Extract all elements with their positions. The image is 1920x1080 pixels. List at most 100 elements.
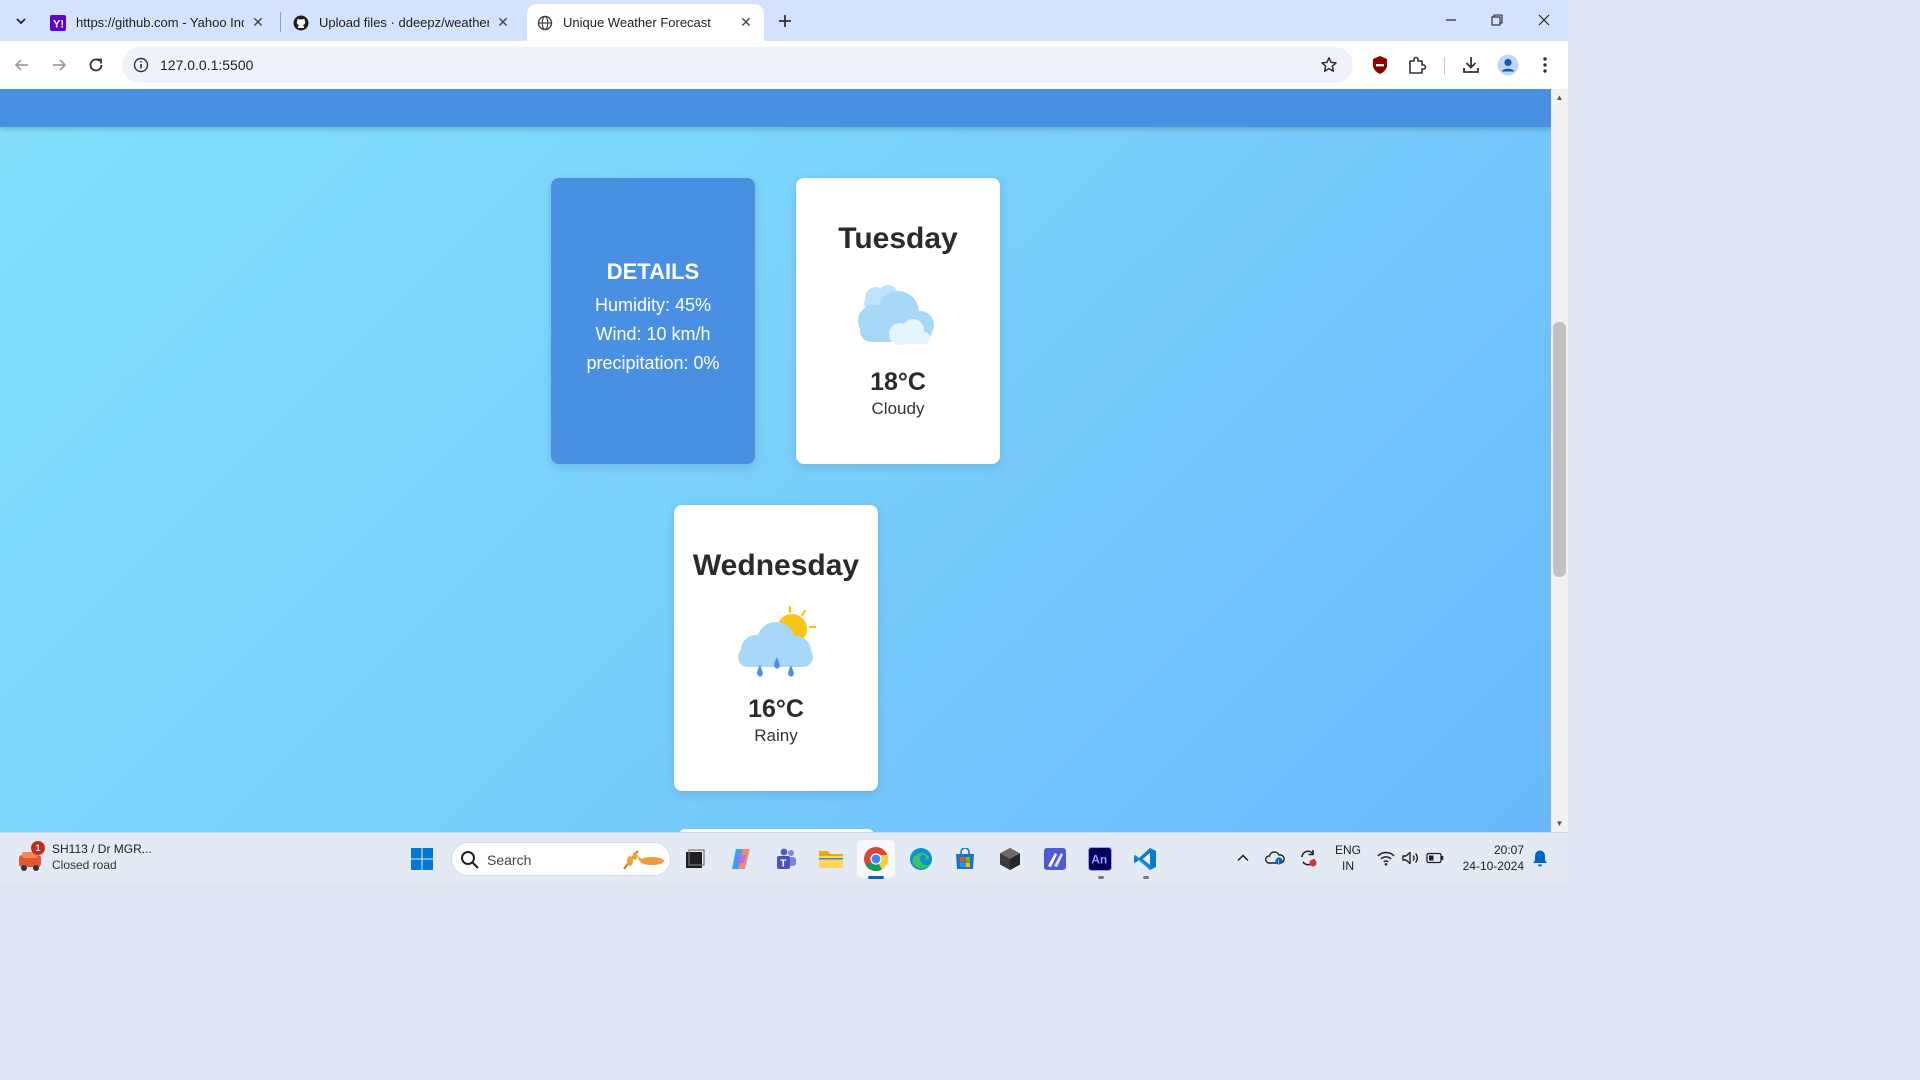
tab-github[interactable]: Upload files · ddeepz/weather-forecast ✕ bbox=[283, 4, 521, 41]
page-scrollbar[interactable]: ▲ ▼ bbox=[1551, 89, 1568, 832]
tab-weather[interactable]: Unique Weather Forecast ✕ bbox=[527, 4, 764, 41]
battery-icon[interactable] bbox=[1425, 848, 1445, 868]
browser-toolbar: 127.0.0.1:5500 bbox=[0, 41, 1568, 89]
download-icon[interactable] bbox=[1459, 53, 1483, 77]
page-viewport: DETAILS Humidity: 45% Wind: 10 km/h prec… bbox=[0, 89, 1551, 832]
tab-search-button[interactable] bbox=[8, 8, 34, 34]
chevron-down-icon bbox=[16, 18, 26, 25]
svg-text:Y!: Y! bbox=[53, 18, 64, 30]
yahoo-icon: Y! bbox=[50, 14, 66, 31]
wind-text: Wind: 10 km/h bbox=[595, 324, 711, 344]
tab-yahoo[interactable]: Y! https://github.com - Yahoo India Sear… bbox=[40, 4, 276, 41]
taskbar-search[interactable]: Search bbox=[451, 842, 671, 876]
github-icon bbox=[293, 15, 309, 31]
search-icon bbox=[461, 851, 479, 869]
minimize-button[interactable] bbox=[1428, 0, 1474, 40]
close-icon[interactable]: ✕ bbox=[250, 14, 266, 31]
cloudy-icon bbox=[858, 285, 934, 345]
profile-avatar-icon[interactable] bbox=[1496, 53, 1520, 77]
minimize-icon bbox=[1446, 19, 1456, 21]
reload-icon bbox=[89, 58, 103, 72]
page-header-bar bbox=[0, 89, 1551, 127]
shield-extension-icon[interactable] bbox=[1368, 53, 1392, 77]
toolbar-divider bbox=[1444, 57, 1445, 75]
edge-button[interactable] bbox=[902, 840, 940, 878]
address-bar[interactable]: 127.0.0.1:5500 bbox=[122, 47, 1353, 83]
search-highlight-icon bbox=[623, 850, 664, 870]
copilot-icon bbox=[732, 849, 750, 869]
wifi-icon[interactable] bbox=[1376, 848, 1396, 868]
notification-badge: 1 bbox=[31, 841, 45, 855]
menu-kebab-icon[interactable] bbox=[1533, 53, 1557, 77]
volume-icon[interactable] bbox=[1400, 848, 1420, 868]
clock[interactable]: 20:07 24-10-2024 bbox=[1456, 843, 1524, 873]
arrow-right-icon bbox=[53, 59, 67, 71]
teams-button[interactable]: T bbox=[767, 840, 805, 878]
restore-button[interactable] bbox=[1474, 0, 1520, 40]
copilot-button[interactable] bbox=[722, 840, 760, 878]
bookmark-star-icon[interactable] bbox=[1319, 55, 1339, 75]
vscode-button[interactable] bbox=[1126, 840, 1164, 878]
site-info-icon[interactable] bbox=[132, 56, 150, 74]
language-region: IN bbox=[1342, 859, 1354, 873]
tab-title: Upload files · ddeepz/weather-forecast bbox=[319, 15, 489, 30]
new-tab-button[interactable] bbox=[772, 8, 798, 34]
forecast-day: Tuesday bbox=[838, 222, 958, 255]
close-icon[interactable]: ✕ bbox=[738, 14, 754, 31]
forecast-temp: 16°C bbox=[748, 695, 804, 723]
widget-title: SH113 / Dr MGR... bbox=[52, 842, 152, 856]
app-pen-button[interactable] bbox=[1036, 840, 1074, 878]
tab-strip: Y! https://github.com - Yahoo India Sear… bbox=[0, 0, 1568, 41]
forecast-card-wednesday: Wednesday 16°C Rainy bbox=[674, 505, 878, 791]
app-pen-icon bbox=[1044, 848, 1066, 870]
scrollbar-thumb[interactable] bbox=[1553, 322, 1566, 577]
task-view-button[interactable] bbox=[676, 840, 714, 878]
search-placeholder: Search bbox=[487, 852, 532, 868]
tab-title: https://github.com - Yahoo India Search bbox=[76, 15, 244, 30]
language-indicator[interactable]: ENG IN bbox=[1333, 843, 1363, 873]
globe-icon bbox=[537, 15, 553, 31]
notification-bell-icon[interactable] bbox=[1530, 848, 1550, 868]
forecast-day: Wednesday bbox=[692, 549, 860, 582]
sync-icon[interactable] bbox=[1298, 848, 1318, 868]
running-indicator bbox=[1143, 876, 1149, 879]
forecast-temp: 18°C bbox=[870, 368, 926, 396]
details-card: DETAILS Humidity: 45% Wind: 10 km/h prec… bbox=[551, 178, 755, 464]
forecast-card-tuesday: Tuesday 18°C Cloudy bbox=[796, 178, 1000, 464]
running-indicator bbox=[1098, 876, 1104, 879]
widget-subtitle: Closed road bbox=[52, 858, 117, 872]
store-button[interactable] bbox=[946, 840, 984, 878]
url-text[interactable]: 127.0.0.1:5500 bbox=[160, 57, 253, 73]
file-explorer-button[interactable] bbox=[812, 840, 850, 878]
close-icon[interactable]: ✕ bbox=[495, 14, 511, 31]
svg-text:T: T bbox=[780, 859, 786, 870]
forward-button[interactable] bbox=[45, 51, 73, 79]
forecast-condition: Cloudy bbox=[871, 399, 925, 418]
weather-widget[interactable]: 1 SH113 / Dr MGR... Closed road bbox=[16, 839, 176, 877]
close-window-button[interactable] bbox=[1521, 0, 1567, 40]
animate-icon: An bbox=[1088, 847, 1112, 871]
task-view-icon bbox=[686, 849, 705, 868]
humidity-text: Humidity: 45% bbox=[594, 295, 712, 315]
precipitation-text: precipitation: 0% bbox=[586, 353, 720, 373]
back-button[interactable] bbox=[8, 51, 36, 79]
reload-button[interactable] bbox=[82, 51, 110, 79]
store-icon bbox=[956, 848, 974, 869]
active-app-indicator bbox=[868, 876, 884, 879]
scroll-up-arrow-icon[interactable]: ▲ bbox=[1551, 89, 1568, 106]
chevron-up-icon[interactable] bbox=[1233, 848, 1253, 868]
svg-text:i: i bbox=[1278, 860, 1279, 866]
details-heading: DETAILS bbox=[606, 259, 700, 284]
chrome-button[interactable] bbox=[857, 840, 895, 878]
animate-label: An bbox=[1091, 853, 1107, 867]
app-3d-button[interactable] bbox=[991, 840, 1029, 878]
extensions-puzzle-icon[interactable] bbox=[1405, 53, 1429, 77]
close-icon bbox=[1538, 14, 1550, 26]
scroll-down-arrow-icon[interactable]: ▼ bbox=[1551, 815, 1568, 832]
animate-button[interactable]: An bbox=[1081, 840, 1119, 878]
clock-date: 24-10-2024 bbox=[1462, 859, 1524, 873]
chrome-icon bbox=[864, 847, 889, 872]
edge-icon bbox=[910, 848, 932, 870]
onedrive-icon[interactable]: i bbox=[1265, 848, 1285, 868]
start-button[interactable] bbox=[403, 840, 441, 878]
